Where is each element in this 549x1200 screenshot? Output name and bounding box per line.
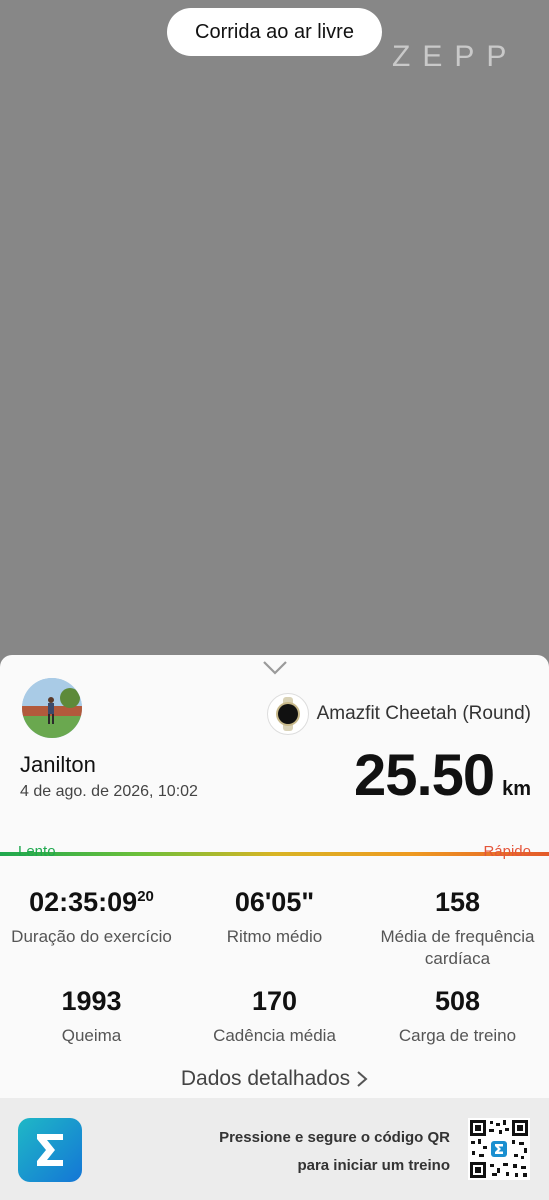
activity-type-pill: Corrida ao ar livre bbox=[167, 8, 382, 56]
stat-duration: 02:35:0920 Duração do exercício bbox=[0, 887, 183, 948]
stat-label: Queima bbox=[61, 1026, 122, 1045]
stat-avg-heart-rate: 158 Média de frequência cardíaca bbox=[366, 887, 549, 970]
stat-training-load: 508 Carga de treino bbox=[366, 986, 549, 1047]
stat-value: 170 bbox=[251, 986, 298, 1016]
device-name: Amazfit Cheetah (Round) bbox=[316, 703, 531, 724]
device-info: Amazfit Cheetah (Round) bbox=[266, 693, 531, 735]
detailed-data-link[interactable]: Dados detalhados bbox=[0, 1067, 549, 1091]
chevron-down-icon[interactable] bbox=[262, 660, 288, 676]
qr-instructions: Pressione e segure o código QR para inic… bbox=[219, 1129, 450, 1174]
stat-avg-pace: 06'05" Ritmo médio bbox=[183, 887, 366, 948]
pace-slow-label: Lento bbox=[18, 843, 56, 860]
workout-date: 4 de ago. de 2026, 10:02 bbox=[20, 783, 198, 800]
avatar[interactable] bbox=[22, 678, 82, 738]
route-map[interactable] bbox=[0, 0, 549, 655]
summary-card: Amazfit Cheetah (Round) Janilton 4 de ag… bbox=[0, 655, 549, 1200]
distance-value: 25.50 bbox=[353, 743, 495, 808]
stat-label: Duração do exercício bbox=[11, 927, 172, 946]
stat-value: 1993 bbox=[61, 986, 122, 1016]
watch-icon bbox=[266, 693, 309, 735]
stat-calories: 1993 Queima bbox=[0, 986, 183, 1047]
chevron-right-icon bbox=[357, 1071, 368, 1087]
pace-fast-label: Rápido bbox=[483, 843, 531, 860]
zepp-logo: ZEPP bbox=[392, 40, 519, 73]
stat-value: 508 bbox=[434, 986, 481, 1016]
detailed-data-label: Dados detalhados bbox=[180, 1067, 351, 1090]
stat-value: 02:35:0920 bbox=[29, 887, 154, 917]
distance-display: 25.50 km bbox=[354, 747, 531, 805]
zepp-app-icon[interactable] bbox=[18, 1118, 82, 1182]
stat-label: Carga de treino bbox=[398, 1026, 517, 1045]
stat-value: 158 bbox=[434, 887, 481, 917]
stat-label: Ritmo médio bbox=[226, 927, 323, 946]
stat-label: Média de frequência cardíaca bbox=[380, 927, 535, 968]
stat-label: Cadência média bbox=[213, 1026, 336, 1045]
avatar-photo bbox=[22, 678, 82, 738]
qr-code[interactable] bbox=[468, 1118, 530, 1180]
footer-qr-bar: Pressione e segure o código QR para inic… bbox=[0, 1098, 549, 1200]
pace-gradient-bar bbox=[0, 852, 549, 856]
distance-unit: km bbox=[502, 778, 531, 800]
user-name: Janilton bbox=[20, 752, 96, 777]
stat-value: 06'05" bbox=[234, 887, 315, 917]
stat-avg-cadence: 170 Cadência média bbox=[183, 986, 366, 1047]
